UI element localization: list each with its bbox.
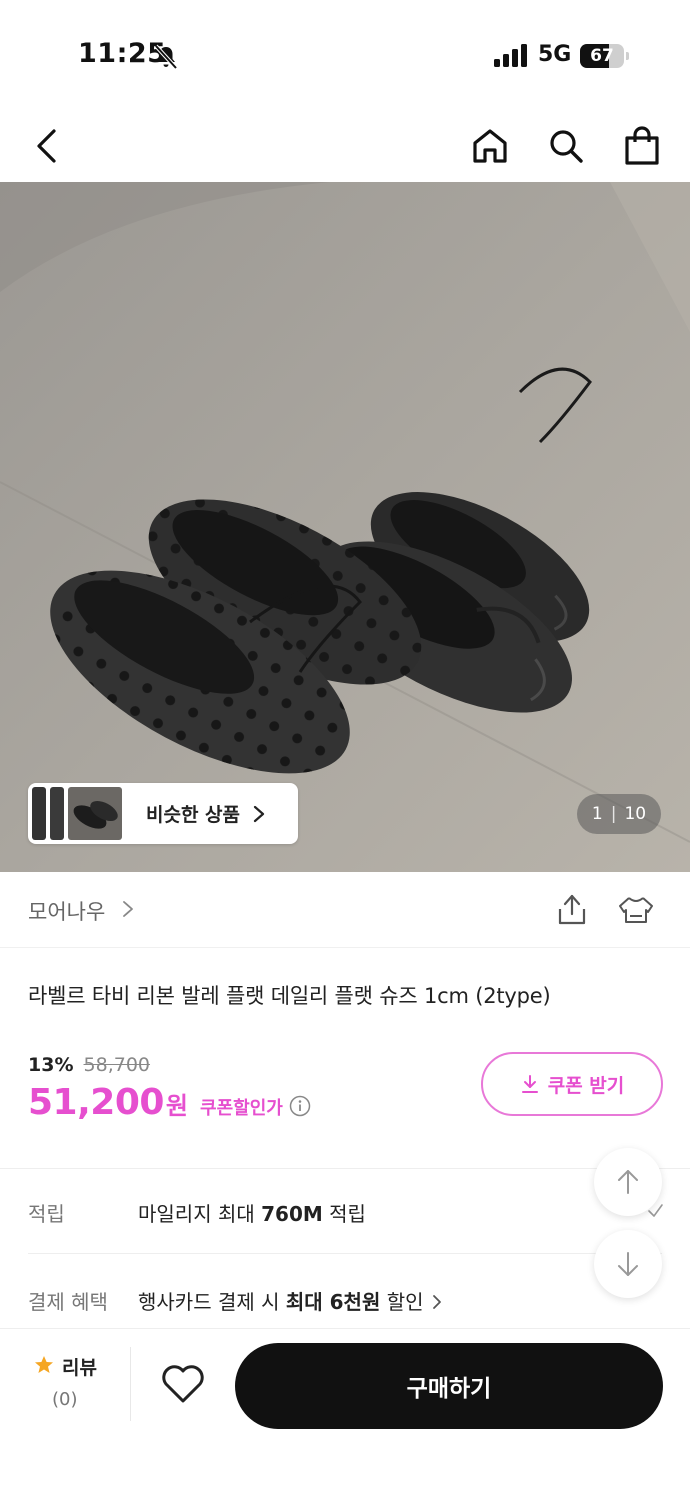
search-button[interactable] xyxy=(542,122,590,170)
discount-rate: 13% xyxy=(28,1054,74,1076)
payment-benefit-value: 행사카드 결제 시 최대 6천원 할인 xyxy=(138,1286,442,1315)
current-page: 1 xyxy=(591,804,603,824)
product-title: 라벨르 타비 리본 발레 플랫 데일리 플랫 슈즈 1cm (2type) xyxy=(28,984,551,1008)
chevron-left-icon xyxy=(37,129,56,163)
price-row: 51,200 원 쿠폰할인가 xyxy=(28,1082,311,1123)
home-icon xyxy=(473,129,507,163)
navigation-bar xyxy=(0,110,690,182)
similar-products-button[interactable]: 비슷한 상품 xyxy=(28,783,298,844)
original-price: 58,700 xyxy=(83,1054,151,1076)
chevron-right-icon xyxy=(123,901,133,917)
benefit-prefix: 행사카드 결제 시 xyxy=(138,1290,286,1314)
points-label: 적립 xyxy=(28,1202,65,1226)
similar-products-thumbnails xyxy=(30,785,126,842)
chevron-right-icon xyxy=(253,805,265,822)
discount-row: 13% 58,700 xyxy=(28,1054,150,1076)
home-button[interactable] xyxy=(466,122,514,170)
total-pages: 10 xyxy=(624,804,647,824)
star-icon xyxy=(35,1356,53,1373)
similar-products-label: 비슷한 상품 xyxy=(146,804,241,826)
thumbnail xyxy=(32,787,46,840)
heart-icon[interactable] xyxy=(160,1363,206,1405)
thumbnail xyxy=(68,787,122,840)
page-separator: | xyxy=(610,804,617,824)
points-amount: 760M xyxy=(261,1202,323,1226)
review-label: 리뷰 xyxy=(62,1357,97,1379)
shopping-bag-icon xyxy=(625,126,659,165)
status-bar: 11:25 5G 67 xyxy=(0,0,690,110)
network-label: 5G xyxy=(538,42,572,67)
price-unit: 원 xyxy=(165,1092,189,1120)
arrow-down-icon xyxy=(618,1252,638,1276)
points-value: 마일리지 최대 760M 적립 xyxy=(138,1198,366,1227)
search-icon xyxy=(550,130,583,163)
share-icon[interactable] xyxy=(556,892,588,926)
image-page-indicator: 1 | 10 xyxy=(577,794,661,834)
payment-benefit-label: 결제 혜택 xyxy=(28,1290,108,1314)
cart-button[interactable] xyxy=(618,122,666,170)
signal-icon xyxy=(494,44,527,67)
bottom-action-bar: 리뷰 (0) 구매하기 xyxy=(0,1328,690,1500)
info-icon[interactable] xyxy=(289,1095,311,1117)
review-button[interactable]: 리뷰 (0) xyxy=(28,1353,128,1423)
points-row[interactable]: 적립 마일리지 최대 760M 적립 xyxy=(28,1168,663,1254)
arrow-up-icon xyxy=(618,1170,638,1194)
battery-percent: 67 xyxy=(590,46,614,66)
shoes-photo xyxy=(0,182,690,872)
battery-icon: 67 xyxy=(580,44,629,68)
coupon-price-label: 쿠폰할인가 xyxy=(200,1098,283,1119)
buy-label: 구매하기 xyxy=(406,1376,492,1402)
scroll-down-button[interactable] xyxy=(594,1230,662,1298)
thumbnail xyxy=(50,787,64,840)
download-icon xyxy=(521,1075,538,1093)
benefit-suffix: 할인 xyxy=(380,1290,424,1314)
points-suffix: 적립 xyxy=(322,1202,366,1226)
back-button[interactable] xyxy=(22,122,70,170)
sale-price: 51,200 xyxy=(28,1082,164,1123)
scroll-up-button[interactable] xyxy=(594,1148,662,1216)
benefit-amount: 최대 6천원 xyxy=(285,1290,381,1314)
brand-name-link[interactable]: 모어나우 xyxy=(28,896,105,926)
brand-row: 모어나우 xyxy=(0,872,690,948)
buy-button[interactable]: 구매하기 xyxy=(235,1343,663,1429)
get-coupon-label: 쿠폰 받기 xyxy=(547,1074,625,1097)
points-prefix: 마일리지 최대 xyxy=(138,1202,262,1226)
hanger-icon[interactable] xyxy=(616,892,656,926)
product-image[interactable] xyxy=(0,182,690,872)
bell-slash-icon xyxy=(154,44,178,70)
divider xyxy=(130,1347,131,1421)
chevron-right-icon xyxy=(432,1295,441,1309)
review-count: (0) xyxy=(52,1389,78,1410)
get-coupon-button[interactable]: 쿠폰 받기 xyxy=(481,1052,663,1116)
